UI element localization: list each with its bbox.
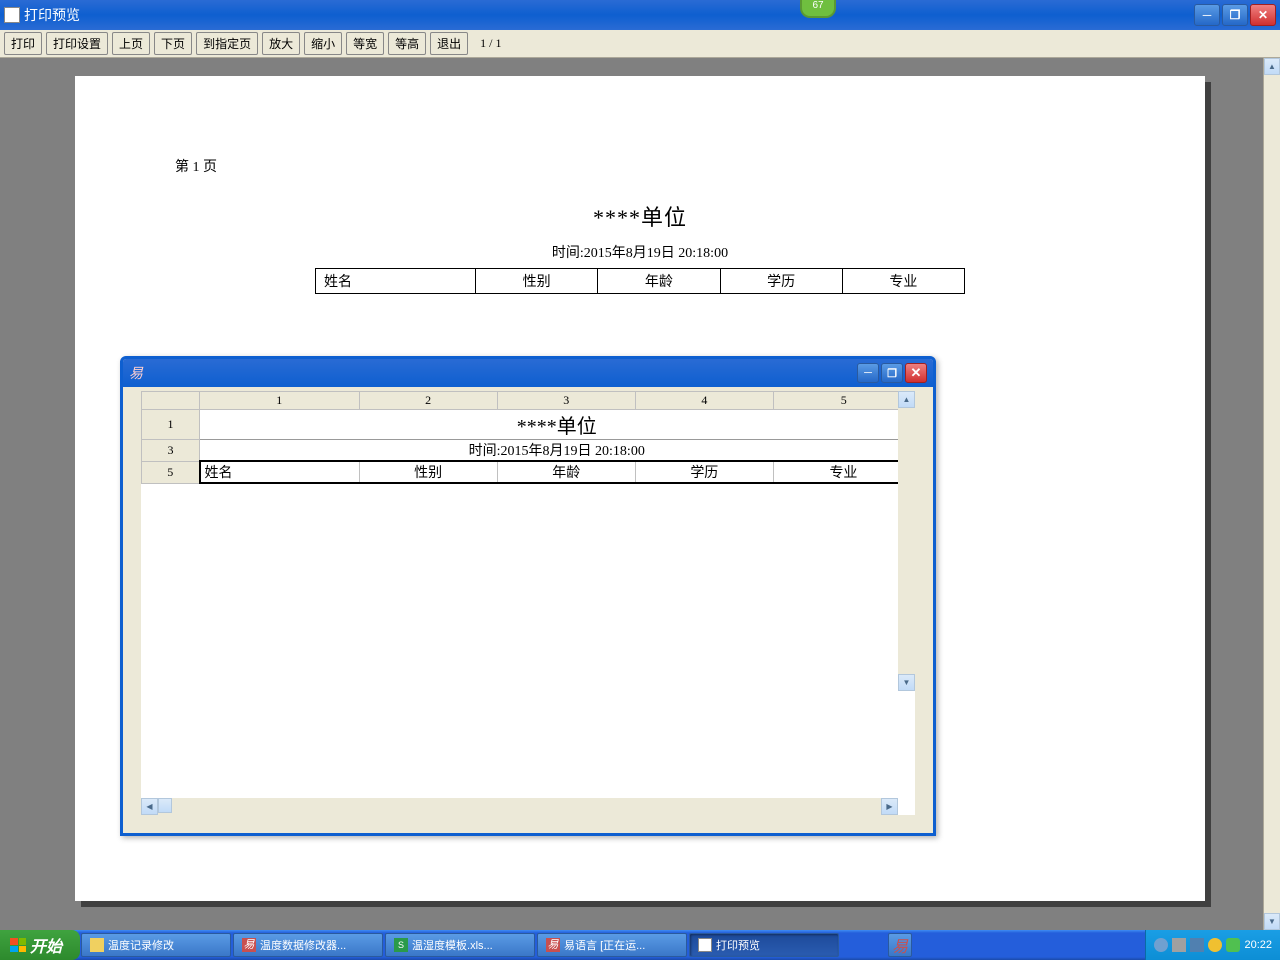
fit-width-button[interactable]: 等宽 <box>346 32 384 55</box>
fit-height-button[interactable]: 等高 <box>388 32 426 55</box>
scroll-down-icon[interactable]: ▼ <box>1264 913 1280 930</box>
spreadsheet-icon: S <box>394 938 408 952</box>
dialog-close-button[interactable]: ✕ <box>905 363 927 383</box>
doc-icon <box>698 938 712 952</box>
dialog-maximize-button[interactable]: ❐ <box>881 363 903 383</box>
page-info: 1 / 1 <box>480 36 501 51</box>
print-setup-button[interactable]: 打印设置 <box>46 32 108 55</box>
dialog-app-icon: 易 <box>129 363 143 383</box>
system-tray[interactable]: 20:22 <box>1145 930 1280 960</box>
toolbar: 打印 打印设置 上页 下页 到指定页 放大 缩小 等宽 等高 退出 1 / 1 <box>0 30 1280 58</box>
col-header-4[interactable]: 4 <box>635 392 773 410</box>
yi-icon: 易 <box>546 938 560 952</box>
print-button[interactable]: 打印 <box>4 32 42 55</box>
grid-scroll-up-icon[interactable]: ▲ <box>898 391 915 408</box>
tray-icon[interactable] <box>1154 938 1168 952</box>
grid-h-name[interactable]: 姓名 <box>200 461 360 483</box>
grid-vertical-scrollbar[interactable]: ▲ ▼ <box>898 391 915 691</box>
taskbar-label: 温度记录修改 <box>108 937 174 953</box>
spreadsheet-grid[interactable]: 1 2 3 4 5 1 ****单位 3 时间:2015年8月19日 20:18… <box>141 391 915 484</box>
tray-icon[interactable] <box>1172 938 1186 952</box>
taskbar-item-2[interactable]: S 温湿度模板.xls... <box>385 933 535 957</box>
tray-icon[interactable] <box>1208 938 1222 952</box>
taskbar-item-0[interactable]: 温度记录修改 <box>81 933 231 957</box>
col-header-3[interactable]: 3 <box>497 392 635 410</box>
grid-scroll-down-icon[interactable]: ▼ <box>898 674 915 691</box>
grid-time-cell[interactable]: 时间:2015年8月19日 20:18:00 <box>200 440 915 462</box>
grid-dialog: 易 ─ ❐ ✕ 1 2 3 4 5 1 ****单位 3 时间:2015年8月1… <box>120 356 936 836</box>
corner-cell[interactable] <box>142 392 200 410</box>
grid-scroll-left-icon[interactable]: ◀ <box>141 798 158 815</box>
close-button[interactable]: ✕ <box>1250 4 1276 26</box>
col-edu: 学历 <box>720 269 842 294</box>
taskbar-label: 打印预览 <box>716 937 760 953</box>
tray-clock: 20:22 <box>1244 939 1272 951</box>
grid-hscroll-thumb[interactable] <box>158 798 172 813</box>
start-label: 开始 <box>30 933 62 957</box>
dialog-titlebar: 易 ─ ❐ ✕ <box>123 359 933 387</box>
grid-h-age[interactable]: 年龄 <box>497 461 635 483</box>
col-age: 年龄 <box>598 269 720 294</box>
taskbar: 开始 温度记录修改 易温度数据修改器... S温湿度模板.xls... 易易语言… <box>0 930 1280 960</box>
exit-button[interactable]: 退出 <box>430 32 468 55</box>
taskbar-item-3[interactable]: 易易语言 [正在运... <box>537 933 687 957</box>
taskbar-item-4[interactable]: 打印预览 <box>689 933 839 957</box>
titlebar: 打印预览 67 ─ ❐ ✕ <box>0 0 1280 30</box>
row-header-3[interactable]: 3 <box>142 440 200 462</box>
col-header-2[interactable]: 2 <box>359 392 497 410</box>
tray-icon[interactable] <box>1226 938 1240 952</box>
zoom-out-button[interactable]: 缩小 <box>304 32 342 55</box>
goto-page-button[interactable]: 到指定页 <box>196 32 258 55</box>
row-header-1[interactable]: 1 <box>142 410 200 440</box>
windows-flag-icon <box>10 938 26 952</box>
col-gender: 性别 <box>476 269 598 294</box>
badge: 67 <box>800 0 836 18</box>
col-header-5[interactable]: 5 <box>773 392 914 410</box>
taskbar-label: 温度数据修改器... <box>260 937 346 953</box>
grid-title-cell[interactable]: ****单位 <box>200 410 915 440</box>
grid-scroll-right-icon[interactable]: ▶ <box>881 798 898 815</box>
taskbar-label: 易语言 [正在运... <box>564 937 645 953</box>
dialog-minimize-button[interactable]: ─ <box>857 363 879 383</box>
prev-page-button[interactable]: 上页 <box>112 32 150 55</box>
tray-icon[interactable] <box>1190 938 1204 952</box>
folder-icon <box>90 938 104 952</box>
app-icon <box>4 7 20 23</box>
yi-icon: 易 <box>242 938 256 952</box>
doc-timestamp: 时间:2015年8月19日 20:18:00 <box>175 242 1105 262</box>
doc-heading: ****单位 <box>175 200 1105 232</box>
taskbar-label: 温湿度模板.xls... <box>412 937 493 953</box>
maximize-button[interactable]: ❐ <box>1222 4 1248 26</box>
col-major: 专业 <box>842 269 964 294</box>
grid-h-major[interactable]: 专业 <box>773 461 914 483</box>
vertical-scrollbar[interactable]: ▲ ▼ <box>1263 58 1280 930</box>
zoom-in-button[interactable]: 放大 <box>262 32 300 55</box>
grid-h-gender[interactable]: 性别 <box>359 461 497 483</box>
col-header-1[interactable]: 1 <box>200 392 360 410</box>
taskbar-yi-icon[interactable]: 易 <box>888 933 912 957</box>
grid-container: 1 2 3 4 5 1 ****单位 3 时间:2015年8月19日 20:18… <box>141 391 915 815</box>
grid-h-edu[interactable]: 学历 <box>635 461 773 483</box>
grid-horizontal-scrollbar[interactable]: ◀ ▶ <box>141 798 898 815</box>
window-title: 打印预览 <box>24 5 1194 25</box>
page-number: 第 1 页 <box>175 156 1105 176</box>
row-header-5[interactable]: 5 <box>142 461 200 483</box>
col-name: 姓名 <box>316 269 476 294</box>
taskbar-item-1[interactable]: 易温度数据修改器... <box>233 933 383 957</box>
next-page-button[interactable]: 下页 <box>154 32 192 55</box>
start-button[interactable]: 开始 <box>0 930 80 960</box>
scroll-up-icon[interactable]: ▲ <box>1264 58 1280 75</box>
doc-table: 姓名 性别 年龄 学历 专业 <box>315 268 965 294</box>
minimize-button[interactable]: ─ <box>1194 4 1220 26</box>
